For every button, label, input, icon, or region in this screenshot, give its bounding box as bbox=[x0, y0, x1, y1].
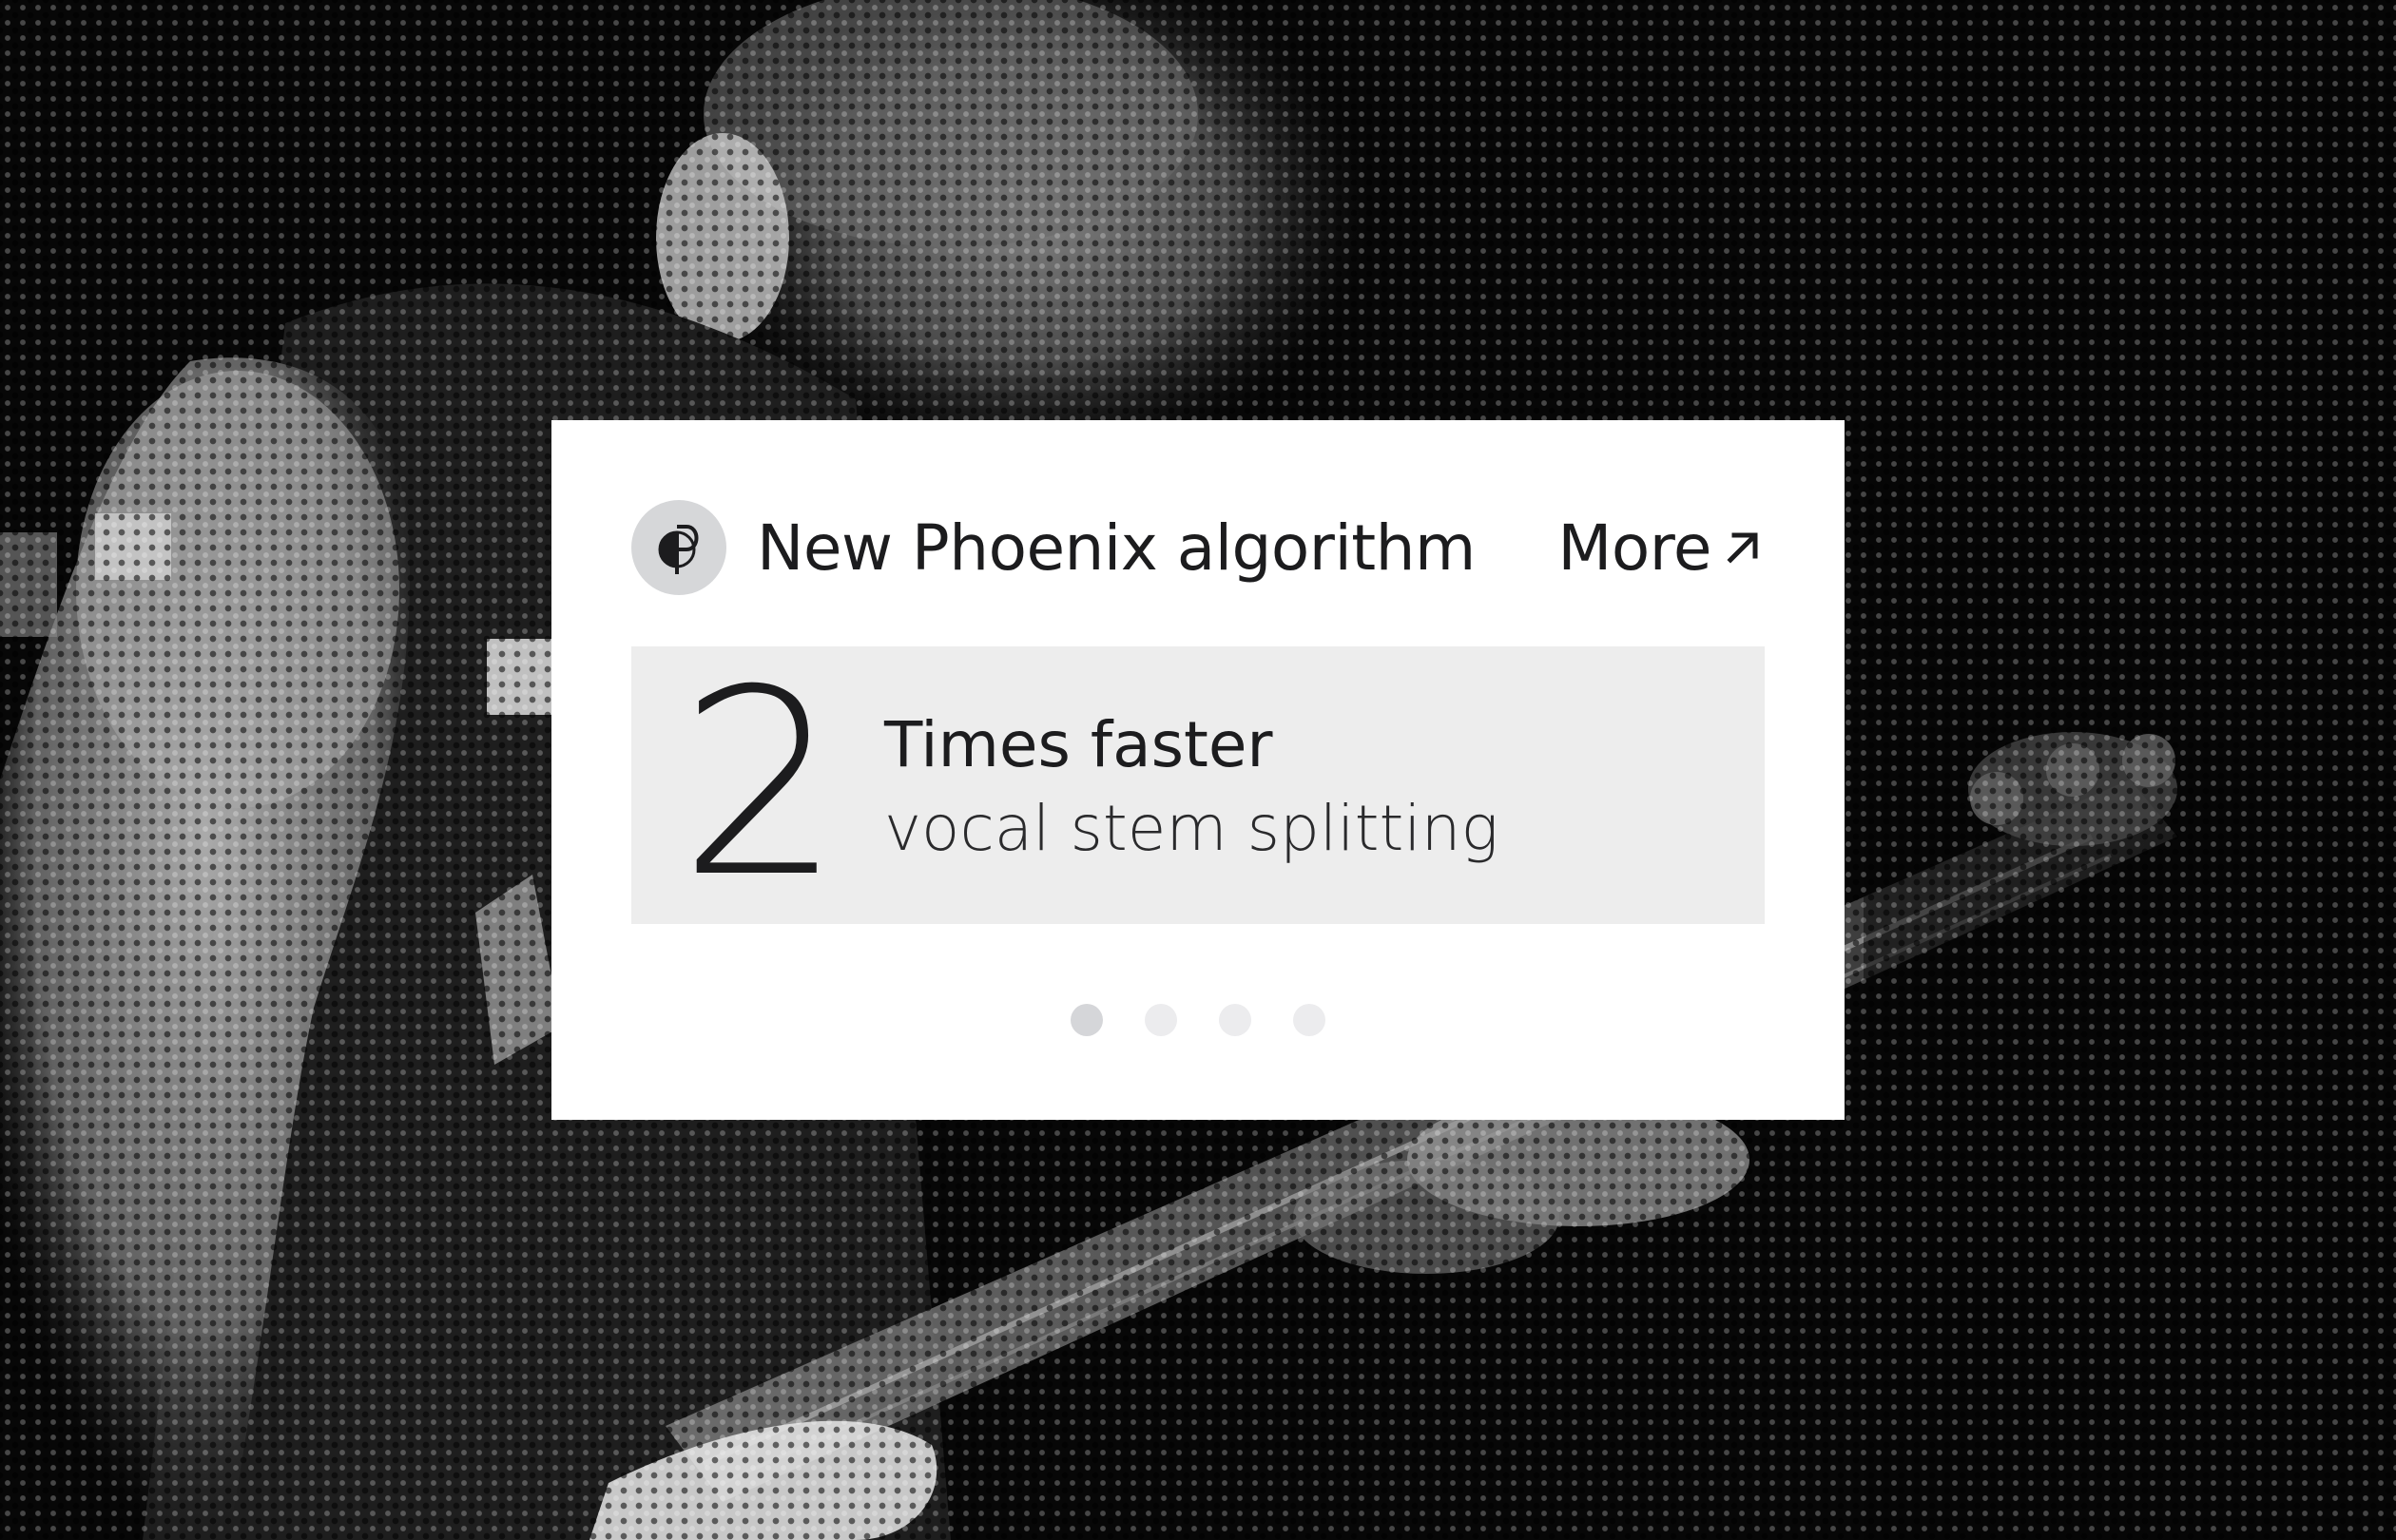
arrow-up-right-icon bbox=[1721, 526, 1765, 569]
carousel-dot-4[interactable] bbox=[1293, 1004, 1325, 1036]
carousel-dot-1[interactable] bbox=[1071, 1004, 1103, 1036]
card-header: New Phoenix algorithm More bbox=[631, 500, 1765, 595]
stat-panel: 2 Times faster vocal stem splitting bbox=[631, 646, 1765, 924]
card-title: New Phoenix algorithm bbox=[757, 510, 1476, 585]
more-link[interactable]: More bbox=[1557, 511, 1765, 585]
more-link-label: More bbox=[1557, 510, 1711, 585]
carousel-dots bbox=[551, 1004, 1845, 1042]
feature-card: New Phoenix algorithm More 2 Times faste… bbox=[551, 420, 1845, 1120]
stat-sub-label: vocal stem splitting bbox=[884, 792, 1499, 865]
carousel-dot-2[interactable] bbox=[1145, 1004, 1177, 1036]
phoenix-logo-icon bbox=[631, 500, 726, 595]
stat-label: Times faster bbox=[884, 708, 1273, 781]
stat-number: 2 bbox=[679, 634, 842, 934]
page: New Phoenix algorithm More 2 Times faste… bbox=[0, 0, 2396, 1540]
carousel-dot-3[interactable] bbox=[1219, 1004, 1251, 1036]
